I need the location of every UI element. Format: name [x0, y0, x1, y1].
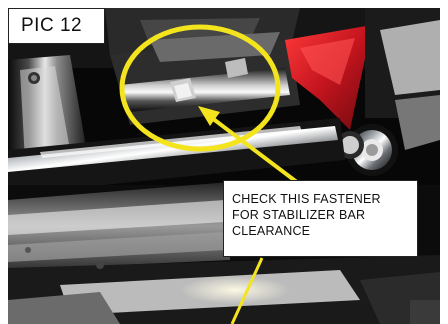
undercarriage-photo	[8, 8, 440, 324]
picture-number-label: PIC 12	[8, 8, 105, 44]
callout-line-3: CLEARANCE	[232, 224, 311, 238]
callout-line-1: CHECK THIS FASTENER	[232, 192, 381, 206]
callout-box: CHECK THIS FASTENER FOR STABILIZER BAR C…	[223, 180, 418, 257]
callout-line-2: FOR STABILIZER BAR	[232, 208, 366, 222]
image-frame: PIC 12 CHECK THIS FASTENER FOR STABILIZE…	[0, 0, 448, 324]
